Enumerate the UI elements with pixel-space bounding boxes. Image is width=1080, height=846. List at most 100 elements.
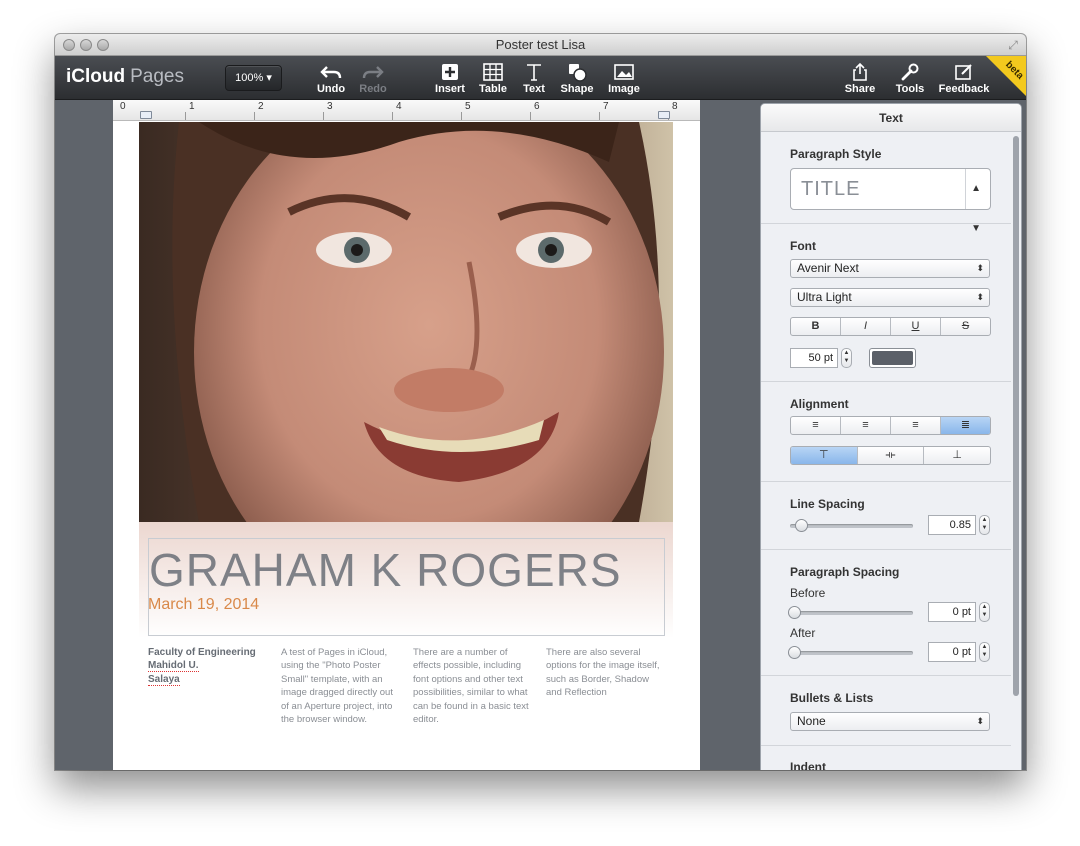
- align-left-icon[interactable]: ≡: [791, 417, 841, 434]
- ruler-number: 0: [120, 101, 126, 112]
- ruler[interactable]: 0 1 2 3 4 5 6 7 8: [113, 100, 700, 121]
- font-color-fill: [872, 351, 913, 365]
- document-canvas[interactable]: 0 1 2 3 4 5 6 7 8 GRAHAM K ROGERS March …: [55, 100, 761, 770]
- tools-label: Tools: [895, 83, 925, 95]
- table-button[interactable]: Table: [477, 62, 509, 95]
- strikethrough-button[interactable]: S: [941, 318, 990, 335]
- text-icon: [527, 64, 541, 81]
- image-button[interactable]: Image: [606, 62, 642, 95]
- table-label: Table: [479, 83, 507, 95]
- ruler-number: 5: [465, 101, 471, 112]
- university-line: Mahidol U.: [148, 660, 199, 673]
- ruler-number: 4: [396, 101, 402, 112]
- font-size-field[interactable]: 50 pt: [790, 348, 838, 368]
- brand-pages: Pages: [130, 66, 184, 87]
- faculty-line: Faculty of Engineering: [148, 647, 256, 658]
- updown-arrows-icon: ⬍: [976, 292, 984, 302]
- body-column-1[interactable]: Faculty of Engineering Mahidol U. Salaya: [148, 646, 268, 686]
- inspector-scrollbar[interactable]: [1013, 136, 1019, 696]
- align-center-icon[interactable]: ≡: [841, 417, 891, 434]
- bold-button[interactable]: B: [791, 318, 841, 335]
- spacing-after-slider[interactable]: [788, 646, 913, 659]
- chevron-down-icon: ▾: [266, 72, 272, 84]
- ruler-number: 3: [327, 101, 333, 112]
- fullscreen-icon[interactable]: ⤢: [1006, 38, 1020, 52]
- ruler-number: 6: [534, 101, 540, 112]
- font-family-select[interactable]: Avenir Next ⬍: [790, 259, 990, 278]
- zoom-value: 100%: [235, 72, 264, 84]
- share-icon: [853, 62, 867, 81]
- align-justify-icon[interactable]: ≣: [941, 417, 990, 434]
- font-size-stepper[interactable]: ▲ ▼: [841, 348, 852, 368]
- line-spacing-slider[interactable]: [790, 519, 913, 532]
- undo-label: Undo: [316, 83, 346, 95]
- indent-label: Indent: [790, 760, 826, 770]
- ruler-number: 2: [258, 101, 264, 112]
- brand-icloud: iCloud: [66, 66, 126, 87]
- font-style-segmented: B I U S: [790, 317, 991, 336]
- insert-button[interactable]: Insert: [433, 62, 467, 95]
- beta-badge: beta: [986, 56, 1026, 96]
- spacing-before-field[interactable]: 0 pt: [928, 602, 976, 622]
- line-spacing-field[interactable]: 0.85: [928, 515, 976, 535]
- slider-knob[interactable]: [788, 646, 801, 659]
- spacing-before-stepper[interactable]: ▲ ▼: [979, 602, 990, 622]
- shape-button[interactable]: Shape: [559, 62, 595, 95]
- feedback-label: Feedback: [938, 83, 990, 95]
- paragraph-style-label: Paragraph Style: [790, 147, 882, 161]
- paragraph-style-select[interactable]: TITLE ▲ ▼: [790, 168, 991, 234]
- font-weight-select[interactable]: Ultra Light ⬍: [790, 288, 990, 307]
- feedback-button[interactable]: Feedback: [938, 62, 990, 95]
- align-bottom-icon[interactable]: ⊥: [924, 447, 990, 464]
- updown-arrows-icon: ⬍: [976, 716, 984, 726]
- undo-button[interactable]: Undo: [315, 62, 347, 95]
- spacing-after-field[interactable]: 0 pt: [928, 642, 976, 662]
- redo-button[interactable]: Redo: [357, 62, 389, 95]
- spacing-after-stepper[interactable]: ▲ ▼: [979, 642, 990, 662]
- body-column-3[interactable]: There are a number of effects possible, …: [413, 646, 533, 726]
- toolbar: iCloud Pages 100% ▾ Undo Redo Insert Tabl…: [55, 56, 1026, 100]
- vertical-alignment-segmented: ⊤ ⟛ ⊥: [790, 446, 991, 465]
- ruler-number: 7: [603, 101, 609, 112]
- font-color-well[interactable]: [869, 348, 916, 368]
- tools-button[interactable]: Tools: [893, 62, 927, 95]
- text-button[interactable]: Text: [520, 62, 548, 95]
- table-icon: [483, 63, 503, 81]
- align-middle-icon[interactable]: ⟛: [858, 447, 925, 464]
- text-inspector-panel: Text Paragraph Style TITLE ▲ ▼ Font Aveni…: [761, 104, 1021, 770]
- insert-label: Insert: [435, 83, 465, 95]
- zoom-menu-button[interactable]: 100% ▾: [225, 65, 282, 91]
- text-label: Text: [523, 83, 545, 95]
- updown-arrows-icon: ⬍: [976, 263, 984, 273]
- underline-button[interactable]: U: [891, 318, 941, 335]
- share-button[interactable]: Share: [843, 62, 877, 95]
- slider-knob[interactable]: [795, 519, 808, 532]
- font-weight-value: Ultra Light: [797, 290, 852, 304]
- app-window: Poster test Lisa ⤢ iCloud Pages 100% ▾ Un…: [55, 34, 1026, 770]
- align-top-icon[interactable]: ⊤: [791, 447, 858, 464]
- line-spacing-stepper[interactable]: ▲ ▼: [979, 515, 990, 535]
- slider-knob[interactable]: [788, 606, 801, 619]
- align-right-icon[interactable]: ≡: [891, 417, 941, 434]
- title-bar: Poster test Lisa ⤢: [55, 34, 1026, 56]
- image-icon: [614, 64, 634, 80]
- poster-title[interactable]: GRAHAM K ROGERS: [149, 543, 622, 597]
- body-column-4[interactable]: There are also several options for the i…: [546, 646, 666, 700]
- body-column-2[interactable]: A test of Pages in iCloud, using the "Ph…: [281, 646, 401, 726]
- italic-button[interactable]: I: [841, 318, 891, 335]
- font-family-value: Avenir Next: [797, 261, 859, 275]
- line-spacing-section: Line Spacing 0.85 ▲ ▼: [761, 482, 1011, 550]
- bullets-select[interactable]: None ⬍: [790, 712, 990, 731]
- after-label: After: [790, 626, 816, 640]
- right-indent-marker[interactable]: [658, 111, 670, 119]
- poster-photo[interactable]: [139, 122, 673, 522]
- inspector-title: Text: [761, 104, 1021, 132]
- spacing-before-slider[interactable]: [788, 606, 913, 619]
- font-label: Font: [790, 239, 816, 253]
- redo-icon: [362, 66, 384, 79]
- paragraph-style-value: TITLE: [801, 178, 861, 200]
- line-spacing-label: Line Spacing: [790, 497, 865, 511]
- poster-date[interactable]: March 19, 2014: [148, 596, 259, 614]
- shape-icon: [569, 64, 587, 82]
- left-indent-marker[interactable]: [140, 111, 152, 119]
